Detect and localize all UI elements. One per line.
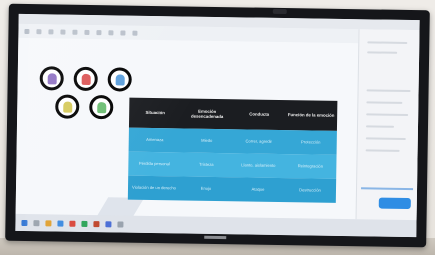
- header-cell: Emoción desencadenada: [190, 108, 224, 120]
- header-cell: Función de la emoción: [287, 112, 335, 119]
- panel-action-button[interactable]: [378, 197, 411, 210]
- toolbar-tool-icon[interactable]: [120, 29, 126, 36]
- taskbar-app-icon[interactable]: [57, 219, 64, 227]
- table-cell: Protección: [301, 138, 321, 145]
- screen: Situación Emoción desencadenada Conducta…: [15, 13, 420, 238]
- table-row: Pérdida personal Tristeza Llanto, aislam…: [128, 151, 337, 179]
- toolbar-tool-icon[interactable]: [108, 29, 114, 35]
- face-icon: [47, 72, 57, 84]
- header-cell: Situación: [145, 110, 165, 116]
- panel-text-line: [365, 125, 395, 128]
- table-cell: Violación de un derecho: [132, 184, 176, 190]
- taskbar-app-icon[interactable]: [33, 219, 40, 226]
- side-panel: [355, 29, 420, 221]
- emotion-icon-purple: [39, 66, 64, 91]
- panel-text-line: [366, 89, 411, 93]
- header-cell: Conducta: [249, 111, 270, 118]
- emotion-icon-yellow: [55, 94, 80, 119]
- panel-text-line: [365, 149, 400, 152]
- taskbar-app-icon[interactable]: [69, 220, 76, 227]
- table-cell: Destrucción: [299, 186, 321, 193]
- table-row: Violación de un derecho Enojo Ataque Des…: [127, 175, 337, 203]
- toolbar-tool-icon[interactable]: [132, 30, 138, 36]
- table-cell: Amenaza: [146, 136, 164, 142]
- face-icon: [81, 73, 91, 85]
- toolbar-tool-icon[interactable]: [60, 29, 66, 35]
- toolbar-tool-icon[interactable]: [36, 28, 42, 34]
- emotion-icon-red: [73, 66, 98, 92]
- panel-text-line: [367, 51, 398, 54]
- panel-text-line: [366, 113, 409, 116]
- table-cell: Llanto, aislamiento: [241, 161, 276, 168]
- slide-canvas[interactable]: Situación Emoción desencadenada Conducta…: [15, 37, 359, 220]
- table-header: Situación Emoción desencadenada Conducta…: [128, 97, 338, 131]
- start-icon[interactable]: [21, 219, 28, 226]
- table-cell: Correr, agredir: [245, 137, 273, 144]
- taskbar-app-icon[interactable]: [45, 219, 52, 226]
- taskbar-app-icon[interactable]: [105, 220, 112, 227]
- panel-text-line: [365, 137, 406, 140]
- toolbar-tool-icon[interactable]: [96, 29, 102, 35]
- emotion-icon-green: [89, 94, 114, 120]
- table-cell: Tristeza: [199, 161, 214, 167]
- webcam: [272, 8, 287, 15]
- monitor: Situación Emoción desencadenada Conducta…: [5, 3, 430, 248]
- taskbar-app-icon[interactable]: [81, 220, 88, 227]
- panel-text-line: [367, 41, 408, 44]
- table-cell: Reintegración: [297, 162, 324, 169]
- toolbar-tool-icon[interactable]: [72, 29, 78, 35]
- toolbar-tool-icon[interactable]: [48, 28, 54, 34]
- panel-text-line: [366, 101, 403, 104]
- face-icon: [96, 101, 106, 113]
- toolbar-tool-icon[interactable]: [24, 28, 30, 34]
- table-row: Amenaza Miedo Correr, agredir Protección: [128, 127, 337, 155]
- monitor-brand-logo: [204, 235, 227, 240]
- face-icon: [62, 101, 72, 113]
- table-cell: Pérdida personal: [138, 160, 170, 166]
- toolbar-tool-icon[interactable]: [84, 29, 90, 35]
- table-cell: Enojo: [200, 185, 212, 191]
- progress-line: [361, 187, 414, 191]
- taskbar-app-icon[interactable]: [117, 220, 124, 228]
- face-icon: [115, 73, 125, 86]
- emotion-icon-blue: [107, 67, 132, 92]
- table-cell: Ataque: [251, 186, 265, 192]
- table-cell: Miedo: [201, 137, 213, 143]
- emotion-table: Situación Emoción desencadenada Conducta…: [127, 97, 338, 203]
- taskbar-app-icon[interactable]: [93, 220, 100, 227]
